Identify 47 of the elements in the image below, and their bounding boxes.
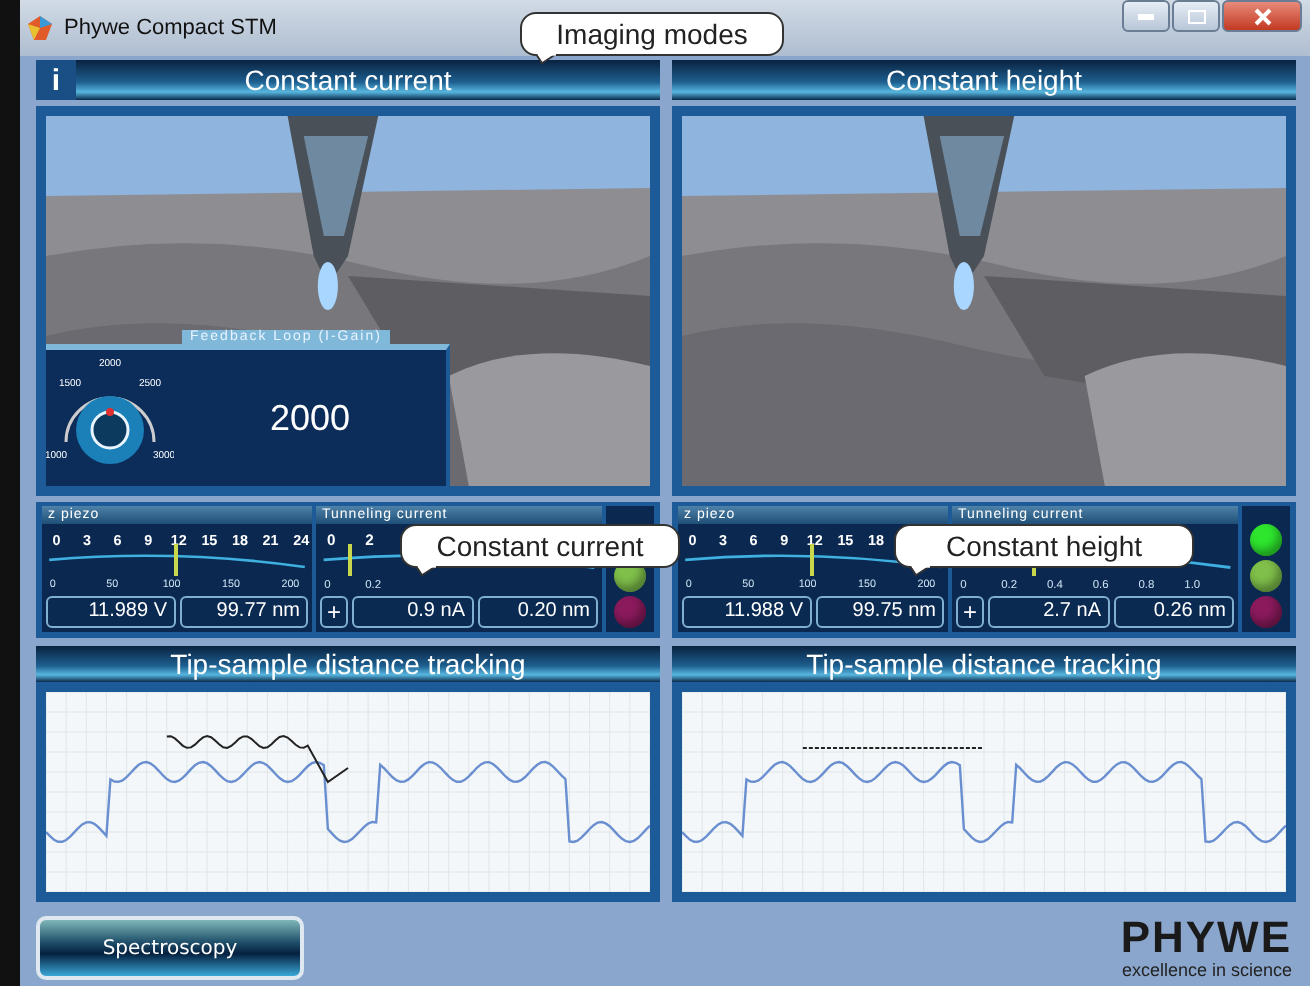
scale-label: 3 — [719, 531, 727, 550]
window-title: Phywe Compact STM — [64, 16, 277, 40]
distance-readout: 0.26 nm — [1113, 596, 1234, 628]
scale-label: 0 — [688, 531, 697, 550]
scale-label: 18 — [232, 531, 248, 550]
distance-readout: 0.20 nm — [477, 596, 598, 628]
logo-name: PHYWE — [1120, 916, 1292, 960]
voltage-readout: 11.989 V — [46, 596, 175, 628]
info-button[interactable]: i — [36, 60, 76, 100]
minimize-button[interactable] — [1122, 0, 1170, 32]
callout-tail — [536, 54, 560, 64]
callout-tail — [910, 566, 934, 576]
plus-button[interactable]: + — [320, 596, 348, 628]
spectroscopy-button[interactable]: Spectroscopy — [36, 916, 304, 980]
tracking-title: Tip-sample distance tracking — [806, 648, 1162, 680]
scale-label: 9 — [144, 531, 153, 550]
callout-tail — [416, 566, 440, 576]
voltage-readout: 11.988 V — [682, 596, 811, 628]
scale-label: 15 — [201, 531, 218, 550]
plus-button[interactable]: + — [956, 596, 984, 628]
feedback-value: 2000 — [269, 397, 351, 439]
scale-label: 0 — [327, 530, 336, 549]
current-readout: 2.7 nA — [988, 596, 1109, 628]
minimize-icon — [1138, 13, 1154, 19]
scale-label: 0 — [52, 531, 61, 550]
close-icon — [1253, 7, 1271, 25]
scale-label: 3 — [83, 531, 91, 550]
scale-label: 21 — [262, 531, 279, 550]
mode-title: Constant current — [244, 64, 452, 96]
dial-icon[interactable] — [64, 396, 156, 464]
scale-label: 15 — [837, 531, 854, 550]
scale-label: 6 — [749, 531, 758, 550]
maximize-button[interactable] — [1172, 0, 1220, 32]
app-icon — [28, 16, 52, 40]
current-readout: 0.9 nA — [352, 596, 473, 628]
maximize-icon — [1187, 9, 1205, 23]
scale-label: 24 — [293, 531, 310, 550]
scale-label: 9 — [780, 531, 789, 550]
close-button[interactable] — [1222, 0, 1302, 32]
scale-label: 2 — [365, 530, 374, 549]
tracking-title: Tip-sample distance tracking — [170, 648, 526, 680]
mode-title: Constant height — [885, 64, 1083, 96]
scale-label: 6 — [113, 531, 122, 550]
logo-tagline: excellence in science — [1121, 960, 1292, 980]
position-readout: 99.75 nm — [815, 596, 944, 628]
position-readout: 99.77 nm — [179, 596, 308, 628]
scale-label: 18 — [868, 531, 884, 550]
